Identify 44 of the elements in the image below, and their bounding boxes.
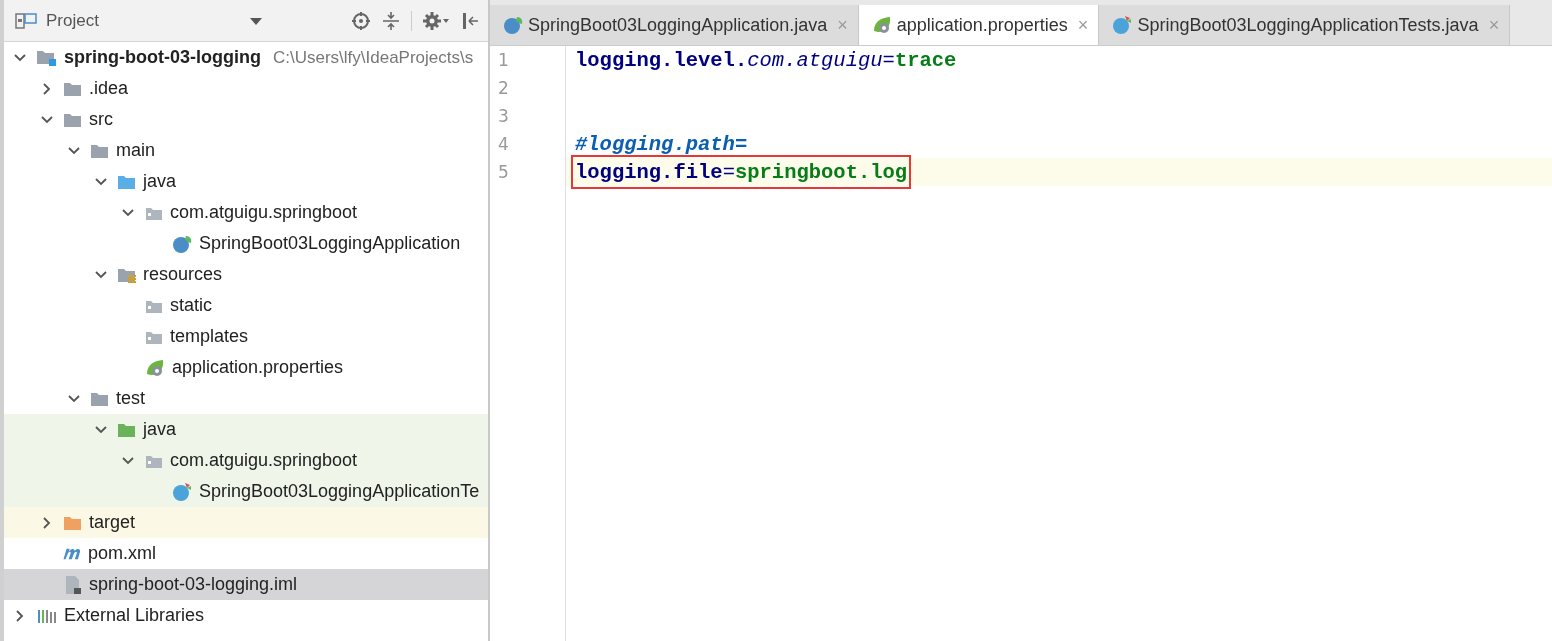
tree-item[interactable]: spring-boot-03-logging C:\Users\lfy\IdeaProjects\s [4, 42, 488, 73]
file-icon [63, 574, 83, 595]
settings-icon [422, 10, 450, 31]
tree-item[interactable]: main [4, 135, 488, 166]
editor-tab[interactable]: application.properties × [858, 5, 1100, 45]
tree-item[interactable]: test [4, 383, 488, 414]
tree-item[interactable]: spring-boot-03-logging.iml [4, 569, 488, 600]
tree-item[interactable]: com.atguigu.springboot [4, 197, 488, 228]
tree-item[interactable]: SpringBoot03LoggingApplicationTe [4, 476, 488, 507]
tree-item[interactable]: target [4, 507, 488, 538]
tree-item[interactable]: .idea [4, 73, 488, 104]
collapse-all-icon [381, 10, 401, 31]
tree-item[interactable]: static [4, 290, 488, 321]
class-icon [502, 15, 524, 35]
crosshair-icon [351, 10, 371, 31]
project-view-icon [14, 10, 38, 31]
hide-panel-icon [460, 10, 480, 31]
line-number: 1 [497, 49, 510, 72]
tree-item[interactable]: java [4, 166, 488, 197]
line-number: 5 [497, 161, 510, 184]
class-icon [171, 233, 193, 254]
tree-item[interactable]: SpringBoot03LoggingApplication [4, 228, 488, 259]
tree-item[interactable]: templates [4, 321, 488, 352]
code-line: logging.level.com.atguigu=trace [574, 47, 958, 74]
editor-tab[interactable]: SpringBoot03LoggingApplicationTests.java × [1099, 5, 1511, 45]
code-line: #logging.path= [574, 131, 749, 158]
tree-item[interactable]: java [4, 414, 488, 445]
m-letter-icon [63, 547, 82, 560]
tree-item[interactable]: resources [4, 259, 488, 290]
tree-item[interactable]: application.properties [4, 352, 488, 383]
project-path: C:\Users\lfy\IdeaProjects\s [272, 47, 474, 68]
tree-item[interactable]: External Libraries [4, 600, 488, 631]
test-class-icon [171, 481, 193, 502]
line-number: 3 [497, 105, 510, 128]
tree-item[interactable]: com.atguigu.springboot [4, 445, 488, 476]
panel-title[interactable]: Project [46, 10, 99, 31]
leaf-gear-icon [144, 357, 166, 378]
line-number: 4 [497, 133, 510, 156]
test-class-icon [1111, 15, 1134, 35]
editor-tab[interactable]: SpringBoot03LoggingApplication.java × [490, 5, 859, 45]
tree-item[interactable]: src [4, 104, 488, 135]
line-number: 2 [497, 77, 510, 100]
tree-item[interactable]: pom.xml [4, 538, 488, 569]
dropdown-caret-icon [249, 15, 263, 26]
